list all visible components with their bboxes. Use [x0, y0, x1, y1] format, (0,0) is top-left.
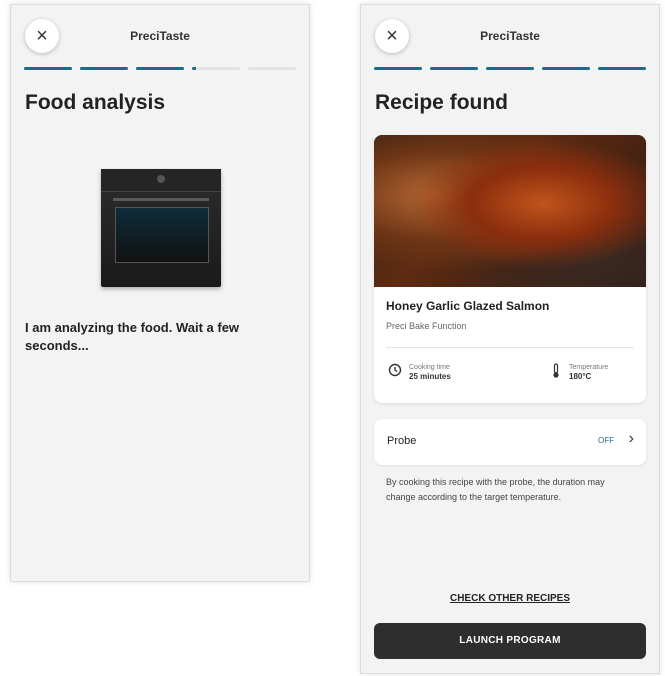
progress-step	[80, 67, 128, 70]
recipe-found-screen: × PreciTaste Recipe found Honey Garlic G…	[360, 4, 660, 674]
probe-label: Probe	[387, 435, 417, 447]
recipe-card[interactable]: Honey Garlic Glazed Salmon Preci Bake Fu…	[374, 135, 646, 403]
launch-program-button[interactable]: LAUNCH PROGRAM	[374, 623, 646, 659]
probe-status: OFF	[598, 436, 614, 445]
progress-bar	[374, 67, 646, 70]
page-title: Food analysis	[25, 91, 166, 114]
app-title: PreciTaste	[480, 29, 540, 43]
check-other-recipes-link[interactable]: CHECK OTHER RECIPES	[361, 593, 659, 604]
temperature-label: Temperature	[569, 364, 609, 371]
recipe-name: Honey Garlic Glazed Salmon	[386, 299, 550, 313]
analysis-message: I am analyzing the food. Wait a few seco…	[25, 320, 240, 353]
cooking-time-value: 25 minutes	[409, 372, 451, 381]
thermometer-icon	[550, 363, 562, 381]
temperature-stat: Temperature 180°C	[550, 363, 608, 382]
progress-step	[430, 67, 478, 70]
recipe-function: Preci Bake Function	[386, 321, 467, 331]
progress-bar	[24, 67, 296, 70]
oven-image	[101, 169, 221, 287]
progress-step	[598, 67, 646, 70]
progress-step	[192, 67, 240, 70]
app-title: PreciTaste	[130, 29, 190, 43]
recipe-photo	[374, 135, 646, 287]
progress-step	[248, 67, 296, 70]
food-analysis-screen: × PreciTaste Food analysis I am analyzin…	[10, 4, 310, 582]
progress-step	[24, 67, 72, 70]
divider	[386, 347, 634, 348]
progress-step	[542, 67, 590, 70]
cooking-time-label: Cooking time	[409, 364, 450, 371]
temperature-value: 180°C	[569, 372, 592, 381]
progress-step	[136, 67, 184, 70]
clock-icon	[388, 363, 402, 379]
progress-step	[374, 67, 422, 70]
probe-note: By cooking this recipe with the probe, t…	[386, 477, 605, 502]
page-title: Recipe found	[375, 91, 509, 114]
chevron-right-icon: ›	[628, 430, 634, 447]
probe-setting[interactable]: Probe OFF ›	[374, 419, 646, 465]
progress-step	[486, 67, 534, 70]
cooking-time-stat: Cooking time 25 minutes	[388, 363, 451, 382]
